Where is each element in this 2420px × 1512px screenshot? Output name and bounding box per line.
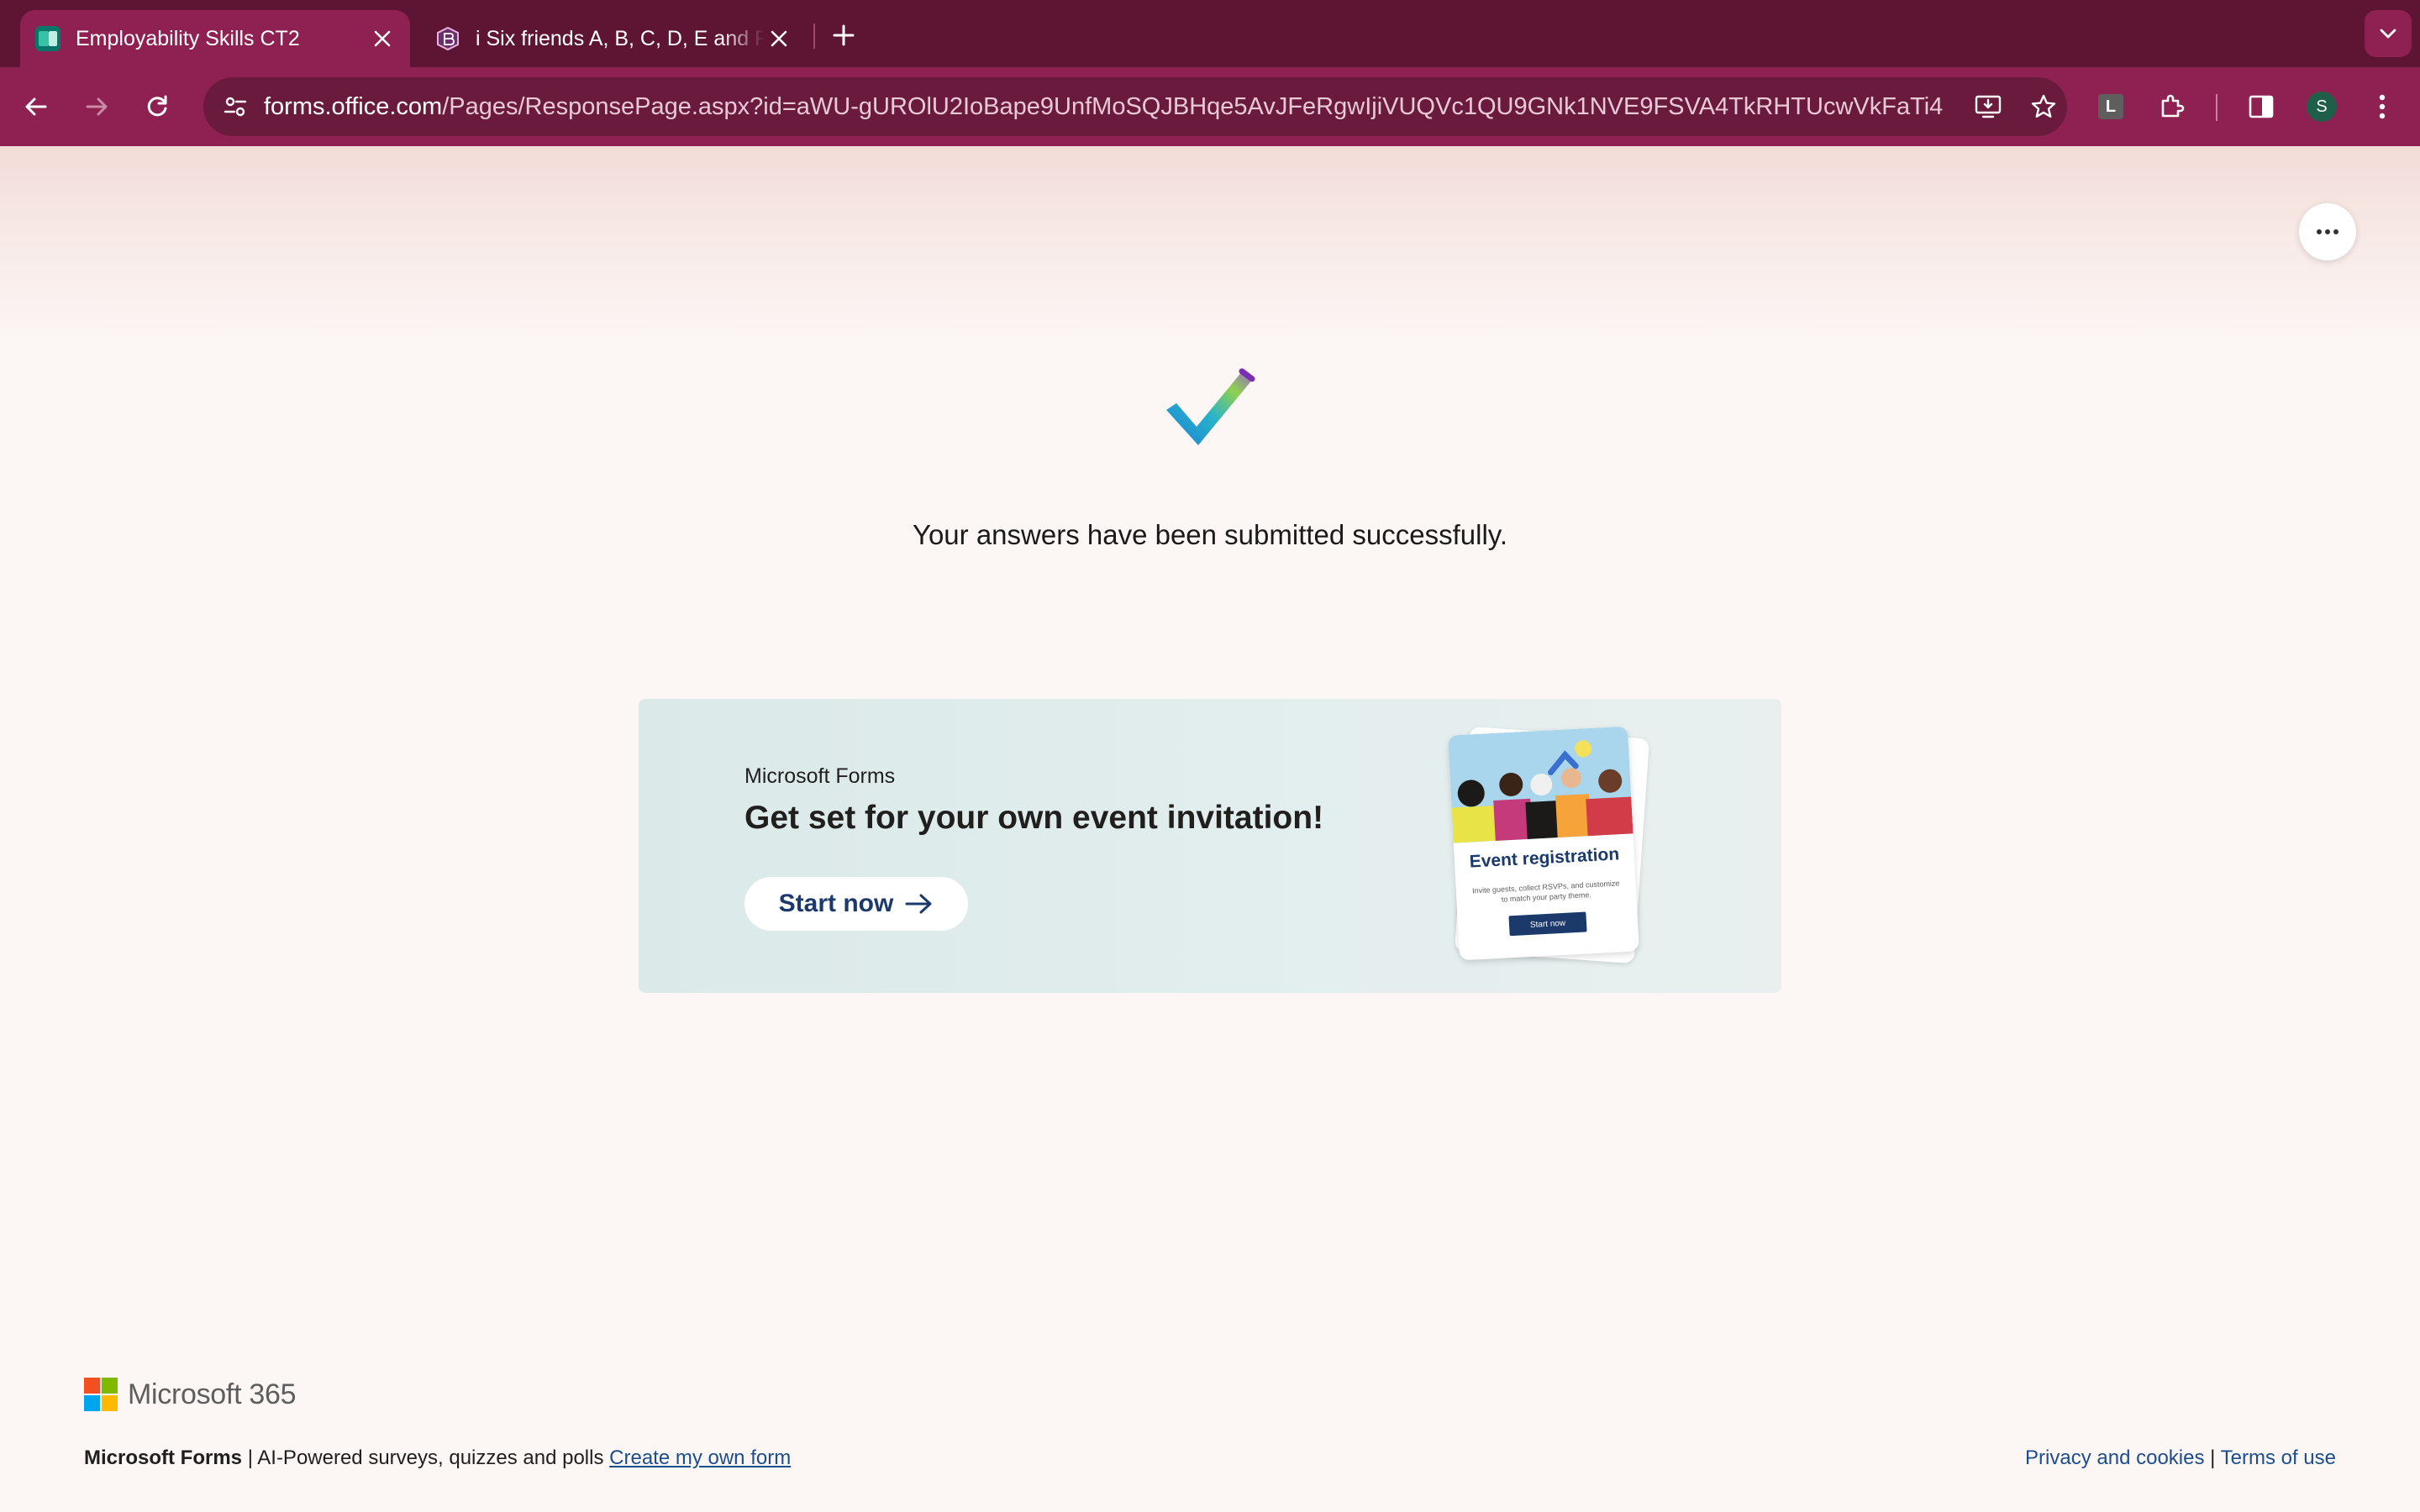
privacy-link[interactable]: Privacy and cookies <box>2025 1446 2204 1469</box>
event-card: Event registration Invite guests, collec… <box>1448 726 1639 961</box>
footer-separator: | <box>247 1446 253 1469</box>
card-title: Event registration <box>1469 844 1620 872</box>
tab-six-friends[interactable]: i Six friends A, B, C, D, E and F <box>420 10 807 67</box>
side-panel-button[interactable] <box>2238 84 2284 129</box>
side-panel-icon <box>2249 95 2274 118</box>
browser-toolbar: forms.office.com/Pages/ResponsePage.aspx… <box>0 67 2420 146</box>
profile-button[interactable]: S <box>2299 84 2344 129</box>
site-settings-icon[interactable] <box>217 88 254 125</box>
close-icon[interactable] <box>765 24 793 53</box>
footer-tagline: AI-Powered surveys, quizzes and polls <box>257 1446 604 1469</box>
success-message: Your answers have been submitted success… <box>912 519 1508 550</box>
event-registration-illustration: Event registration Invite guests, collec… <box>1445 724 1650 968</box>
more-options-button[interactable] <box>2299 203 2356 260</box>
extensions-button[interactable] <box>2149 84 2195 129</box>
microsoft-logo-icon <box>84 1378 118 1411</box>
checkmark-icon <box>1166 368 1255 445</box>
install-app-button[interactable] <box>1970 88 2007 125</box>
arrow-right-icon <box>86 97 108 116</box>
tab-strip: Employability Skills CT2 i Six friends A… <box>0 0 2420 67</box>
reload-icon <box>147 95 167 117</box>
install-icon <box>1975 95 2002 118</box>
start-now-label: Start now <box>778 890 894 917</box>
create-form-link[interactable]: Create my own form <box>609 1446 791 1469</box>
promo-brand: Microsoft Forms <box>744 764 896 788</box>
arrow-left-icon <box>25 97 47 116</box>
tab-title: i Six friends A, B, C, D, E and F <box>476 26 765 50</box>
footer-right: Privacy and cookies | Terms of use <box>2025 1446 2336 1470</box>
close-icon[interactable] <box>368 24 397 53</box>
hexagon-icon <box>435 26 460 51</box>
url-text[interactable]: forms.office.com/Pages/ResponsePage.aspx… <box>264 77 1944 136</box>
address-bar[interactable]: forms.office.com/Pages/ResponsePage.aspx… <box>203 77 2067 136</box>
promo-banner: Microsoft Forms Get set for your own eve… <box>639 699 1781 993</box>
card-start-button: Start now <box>1508 911 1587 937</box>
chevron-down-icon <box>2380 29 2396 39</box>
url-path: /Pages/ResponsePage.aspx?id=aWU-gUROlU2I… <box>442 93 1944 120</box>
puzzle-icon <box>2161 94 2185 118</box>
tab-search-button[interactable] <box>2365 10 2412 57</box>
microsoft-365-logo: Microsoft 365 <box>84 1378 296 1411</box>
tab-title: Employability Skills CT2 <box>76 26 300 50</box>
tab-separator <box>813 24 815 49</box>
url-host: forms.office.com <box>264 93 443 120</box>
back-button[interactable] <box>13 84 59 129</box>
reload-button[interactable] <box>134 84 180 129</box>
card-subtitle: Invite guests, collect RSVPs, and custom… <box>1471 879 1620 904</box>
people-illustration <box>1448 726 1634 843</box>
start-now-button[interactable]: Start now <box>744 877 968 931</box>
new-tab-button[interactable] <box>825 17 862 54</box>
browser-menu-button[interactable] <box>2360 84 2405 129</box>
forms-icon <box>35 26 60 51</box>
toolbar-separator <box>2216 94 2217 121</box>
kebab-menu-icon <box>2379 94 2386 119</box>
ellipsis-icon <box>2317 229 2338 234</box>
footer-brand: Microsoft Forms <box>84 1446 243 1469</box>
promo-title: Get set for your own event invitation! <box>744 800 1324 836</box>
star-icon <box>2031 94 2056 118</box>
avatar: S <box>2307 92 2337 122</box>
forward-button[interactable] <box>74 84 119 129</box>
footer-separator: | <box>2210 1446 2216 1469</box>
extension-l-button[interactable]: L <box>2088 84 2133 129</box>
footer-left: Microsoft Forms | AI-Powered surveys, qu… <box>84 1446 791 1470</box>
terms-link[interactable]: Terms of use <box>2221 1446 2336 1469</box>
bookmark-button[interactable] <box>2025 88 2062 125</box>
logo-text: Microsoft 365 <box>128 1378 297 1410</box>
arrow-right-icon <box>905 894 932 914</box>
extension-l-icon: L <box>2098 94 2123 119</box>
tab-employability-skills[interactable]: Employability Skills CT2 <box>20 10 410 67</box>
